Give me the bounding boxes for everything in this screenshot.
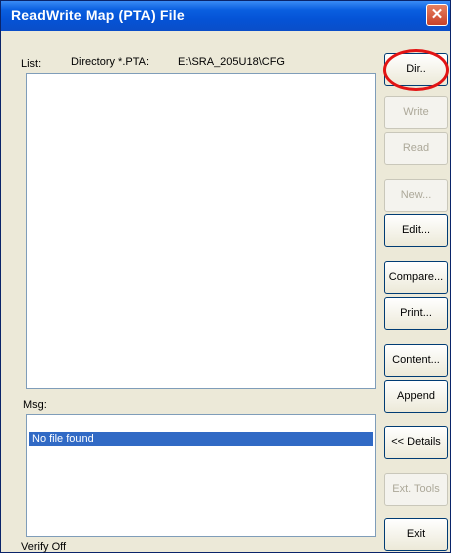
verify-status: Verify Off bbox=[21, 541, 67, 553]
exit-button[interactable]: Exit bbox=[384, 518, 448, 551]
content-button[interactable]: Content... bbox=[384, 344, 448, 377]
title-bar[interactable]: ReadWrite Map (PTA) File ✕ bbox=[1, 1, 450, 31]
print-button[interactable]: Print... bbox=[384, 297, 448, 330]
msg-label: Msg: bbox=[23, 399, 47, 411]
message-row-selected[interactable]: No file found bbox=[29, 432, 373, 446]
write-button[interactable]: Write bbox=[384, 96, 448, 129]
readwrite-map-window: ReadWrite Map (PTA) File ✕ List: Directo… bbox=[0, 0, 451, 553]
append-button[interactable]: Append bbox=[384, 380, 448, 413]
compare-button[interactable]: Compare... bbox=[384, 261, 448, 294]
details-button[interactable]: << Details bbox=[384, 426, 448, 459]
list-label: List: bbox=[21, 58, 42, 70]
read-button[interactable]: Read bbox=[384, 132, 448, 165]
close-icon[interactable]: ✕ bbox=[426, 4, 448, 26]
window-title: ReadWrite Map (PTA) File bbox=[11, 7, 185, 23]
dir-button[interactable]: Dir.. bbox=[384, 53, 448, 86]
file-list[interactable] bbox=[26, 73, 376, 389]
new-button[interactable]: New... bbox=[384, 179, 448, 212]
directory-label: Directory *.PTA: bbox=[71, 56, 150, 68]
edit-button[interactable]: Edit... bbox=[384, 214, 448, 247]
directory-path: E:\SRA_205U18\CFG bbox=[178, 56, 285, 68]
message-list[interactable]: No file found bbox=[26, 414, 376, 537]
ext-tools-button[interactable]: Ext. Tools bbox=[384, 473, 448, 506]
